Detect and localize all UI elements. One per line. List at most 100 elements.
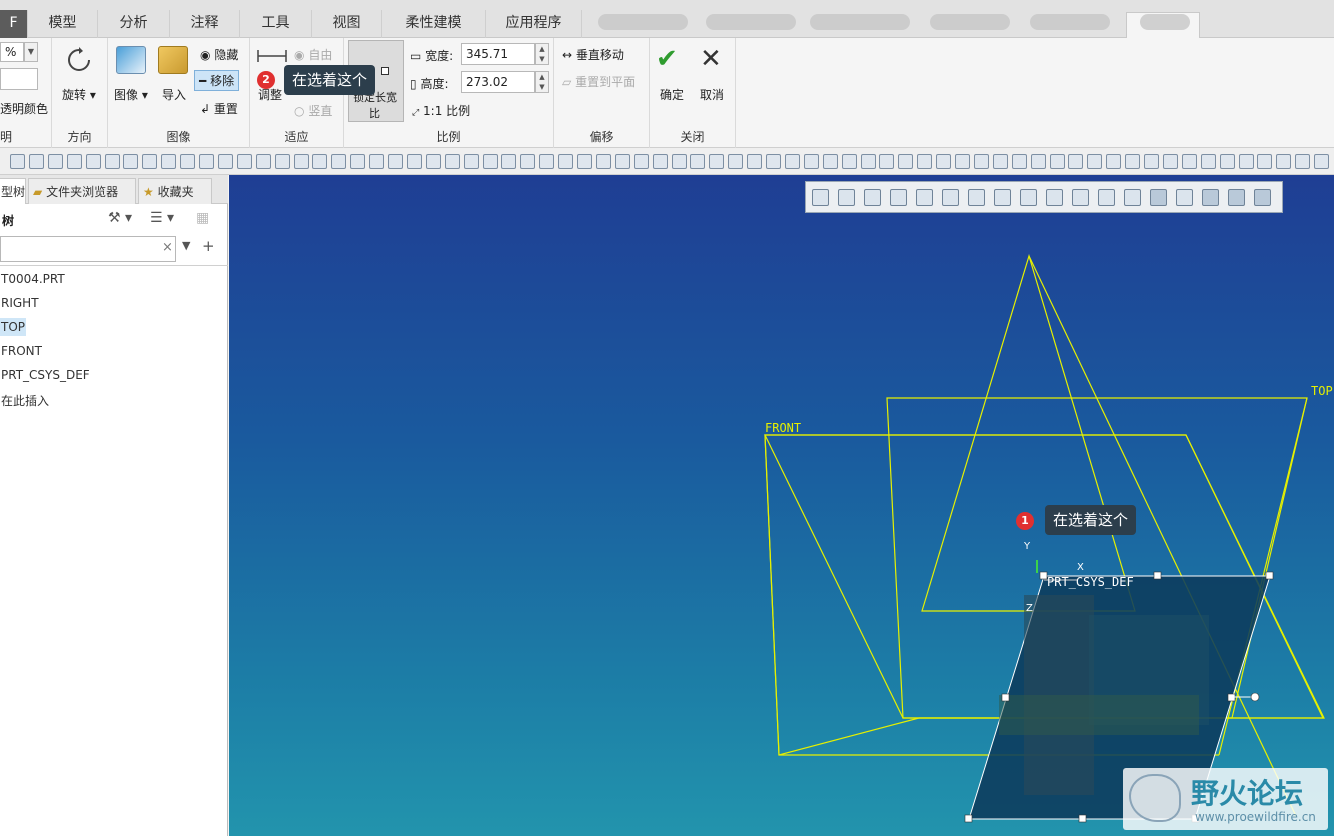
- view-tool-icon[interactable]: [1176, 189, 1193, 206]
- adjust-button[interactable]: 调整: [258, 86, 282, 103]
- graphics-viewport[interactable]: FRONT TOP PRT_CSYS_DEF Y X Z 1 在选着这个 野火论…: [229, 175, 1334, 836]
- view-tool-icon[interactable]: [890, 189, 907, 206]
- hide-button[interactable]: ◉ 隐藏: [200, 46, 238, 63]
- toolbar-tool-icon[interactable]: [10, 154, 25, 169]
- width-spinner[interactable]: ▲ ▼: [535, 43, 549, 65]
- tree-item-right[interactable]: RIGHT: [0, 294, 40, 312]
- tree-columns-icon[interactable]: ☰ ▾: [150, 210, 174, 226]
- toolbar-tool-icon[interactable]: [66, 154, 82, 169]
- toolbar-tool-icon[interactable]: [369, 154, 385, 169]
- vertical-move-button[interactable]: ↔ 垂直移动: [562, 46, 624, 63]
- toolbar-tool-icon[interactable]: [425, 154, 441, 169]
- view-tool-icon[interactable]: [994, 189, 1011, 206]
- view-tool-icon[interactable]: [812, 189, 829, 206]
- tab-model[interactable]: 模型: [28, 10, 98, 38]
- view-tool-icon[interactable]: [1124, 189, 1141, 206]
- toolbar-tool-icon[interactable]: [936, 154, 952, 169]
- view-tool-icon[interactable]: [968, 189, 985, 206]
- toolbar-tool-icon[interactable]: [671, 154, 687, 169]
- reset-plane-button[interactable]: ▱ 重置到平面: [562, 73, 635, 90]
- tree-item-csys[interactable]: PRT_CSYS_DEF: [0, 366, 91, 384]
- tree-item-insert-here[interactable]: 在此插入: [0, 390, 50, 411]
- toolbar-tool-icon[interactable]: [406, 154, 422, 169]
- tree-item-top[interactable]: TOP: [0, 318, 27, 336]
- toolbar-tool-icon[interactable]: [142, 154, 158, 169]
- view-tool-icon[interactable]: [838, 189, 855, 206]
- toolbar-tool-icon[interactable]: [388, 154, 403, 169]
- toolbar-tool-icon[interactable]: [1144, 154, 1159, 169]
- search-dropdown-icon[interactable]: ▼: [182, 239, 190, 252]
- tab-model-tree[interactable]: 型树: [0, 178, 26, 204]
- view-tool-icon[interactable]: [864, 189, 881, 206]
- toolbar-tool-icon[interactable]: [501, 154, 517, 169]
- toolbar-tool-icon[interactable]: [255, 154, 271, 169]
- remove-button[interactable]: ━ 移除: [194, 70, 240, 91]
- tree-item-front[interactable]: FRONT: [0, 342, 43, 360]
- toolbar-tool-icon[interactable]: [917, 154, 933, 169]
- toolbar-tool-icon[interactable]: [766, 154, 781, 169]
- toolbar-tool-icon[interactable]: [28, 154, 44, 169]
- toolbar-tool-icon[interactable]: [879, 154, 895, 169]
- toolbar-tool-icon[interactable]: [955, 154, 970, 169]
- toolbar-tool-icon[interactable]: [236, 154, 252, 169]
- rotate-button[interactable]: 旋转 ▾: [62, 86, 96, 103]
- ok-button[interactable]: 确定: [660, 86, 684, 103]
- toolbar-tool-icon[interactable]: [104, 154, 120, 169]
- toolbar-tool-icon[interactable]: [217, 154, 233, 169]
- tab-tools[interactable]: 工具: [240, 10, 312, 38]
- import-button[interactable]: 导入: [162, 86, 186, 103]
- toolbar-tool-icon[interactable]: [1030, 154, 1046, 169]
- toolbar-tool-icon[interactable]: [331, 154, 347, 169]
- toolbar-tool-icon[interactable]: [1200, 154, 1216, 169]
- toolbar-tool-icon[interactable]: [577, 154, 592, 169]
- toolbar-tool-icon[interactable]: [463, 154, 479, 169]
- close-icon[interactable]: ✕: [700, 44, 722, 74]
- transparency-input[interactable]: [0, 68, 38, 90]
- view-tool-icon[interactable]: [1150, 189, 1167, 206]
- toolbar-tool-icon[interactable]: [803, 154, 819, 169]
- view-tool-icon[interactable]: [1202, 189, 1219, 206]
- toolbar-tool-icon[interactable]: [841, 154, 857, 169]
- view-tool-icon[interactable]: [1046, 189, 1063, 206]
- toolbar-tool-icon[interactable]: [898, 154, 914, 169]
- vertical-radio[interactable]: ○ 竖直: [294, 102, 332, 119]
- toolbar-tool-icon[interactable]: [1276, 154, 1292, 169]
- tree-search-input[interactable]: [0, 236, 176, 262]
- clear-search-icon[interactable]: ×: [162, 240, 173, 255]
- add-icon[interactable]: +: [202, 237, 215, 255]
- toolbar-tool-icon[interactable]: [1011, 154, 1027, 169]
- toolbar-tool-icon[interactable]: [690, 154, 706, 169]
- view-tool-icon[interactable]: [916, 189, 933, 206]
- toolbar-tool-icon[interactable]: [312, 154, 328, 169]
- toolbar-tool-icon[interactable]: [822, 154, 838, 169]
- toolbar-tool-icon[interactable]: [293, 154, 309, 169]
- toolbar-tool-icon[interactable]: [1314, 154, 1330, 169]
- toolbar-tool-icon[interactable]: [1125, 154, 1141, 169]
- datum-plane-right[interactable]: [921, 253, 1136, 612]
- toolbar-tool-icon[interactable]: [47, 154, 63, 169]
- toolbar-tool-icon[interactable]: [652, 154, 668, 169]
- rotate-icon[interactable]: [64, 46, 94, 74]
- toolbar-tool-icon[interactable]: [973, 154, 989, 169]
- toolbar-tool-icon[interactable]: [1106, 154, 1122, 169]
- height-spinner[interactable]: ▲ ▼: [535, 71, 549, 93]
- adjust-ruler-icon[interactable]: [256, 46, 287, 74]
- image-button[interactable]: 图像 ▾: [114, 86, 148, 103]
- toolbar-tool-icon[interactable]: [992, 154, 1008, 169]
- toolbar-tool-icon[interactable]: [1068, 154, 1084, 169]
- cancel-button[interactable]: 取消: [700, 86, 724, 103]
- toolbar-tool-icon[interactable]: [1295, 154, 1311, 169]
- toolbar-tool-icon[interactable]: [614, 154, 630, 169]
- toolbar-tool-icon[interactable]: [1238, 154, 1254, 169]
- view-tool-icon[interactable]: [1228, 189, 1245, 206]
- tree-settings-icon[interactable]: ⚒ ▾: [108, 210, 132, 226]
- chevron-down-icon[interactable]: ▼: [24, 42, 38, 62]
- view-tool-icon[interactable]: [1098, 189, 1115, 206]
- toolbar-tool-icon[interactable]: [784, 154, 800, 169]
- toolbar-tool-icon[interactable]: [482, 154, 498, 169]
- view-tool-icon[interactable]: [1072, 189, 1089, 206]
- width-input[interactable]: 345.71: [461, 43, 535, 65]
- toolbar-tool-icon[interactable]: [860, 154, 876, 169]
- tab-view[interactable]: 视图: [312, 10, 382, 38]
- toolbar-tool-icon[interactable]: [1257, 154, 1273, 169]
